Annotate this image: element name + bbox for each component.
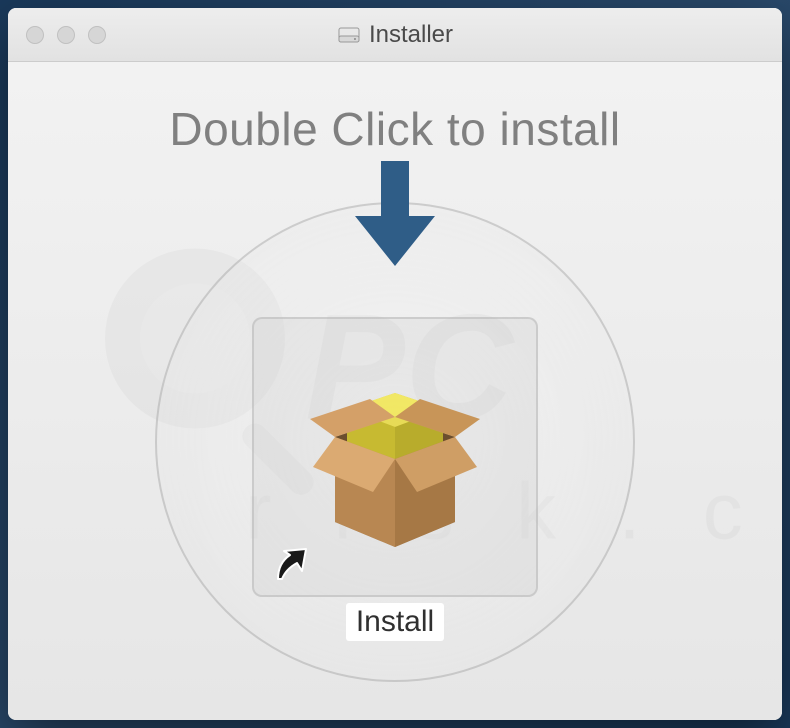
shortcut-arrow-icon <box>272 545 312 585</box>
titlebar: Installer <box>8 8 782 62</box>
install-label: Install <box>346 603 444 641</box>
minimize-button[interactable] <box>57 26 75 44</box>
content-area: PC r i s k . c o m Double Click to insta… <box>8 62 782 720</box>
close-button[interactable] <box>26 26 44 44</box>
installer-window: Installer PC r i s k . c o m Double Clic… <box>8 8 782 720</box>
disk-icon <box>337 23 361 47</box>
down-arrow-icon <box>350 161 440 276</box>
window-title: Installer <box>369 21 453 49</box>
package-icon[interactable] <box>252 317 538 597</box>
zoom-button[interactable] <box>88 26 106 44</box>
window-controls <box>8 26 106 44</box>
instruction-text: Double Click to install <box>169 102 620 156</box>
title-center: Installer <box>337 21 453 49</box>
install-target[interactable]: Install <box>252 317 538 641</box>
